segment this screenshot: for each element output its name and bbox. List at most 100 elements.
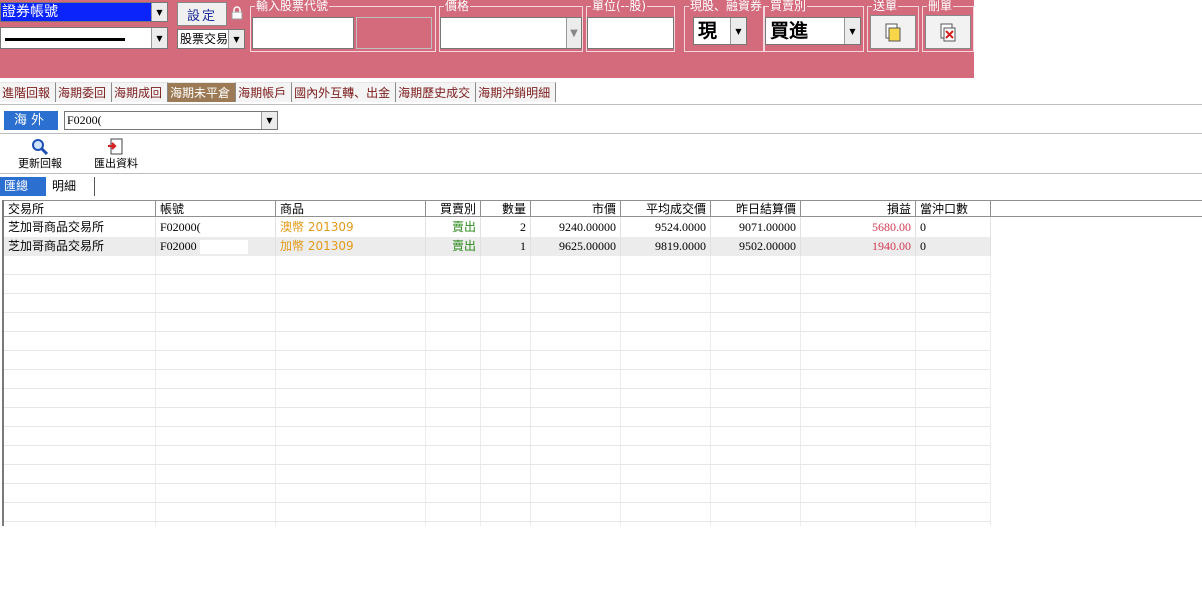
send-document-icon [885, 23, 901, 42]
divider [0, 104, 1202, 105]
blank-area [974, 0, 1202, 78]
grid-line [4, 521, 990, 522]
overseas-account-select[interactable]: F0200( ▼ [64, 111, 278, 130]
unit-group: 單位(--股) [586, 0, 675, 52]
grid-line [4, 464, 990, 465]
grid-line [4, 331, 990, 332]
grid-line [4, 293, 990, 294]
col-pnl[interactable]: 損益 [801, 201, 916, 217]
cell-market-price: 9625.00000 [531, 237, 621, 256]
cell-avg-price: 9819.0000 [621, 237, 711, 256]
col-settle-price[interactable]: 昨日結算價 [711, 201, 801, 217]
buy-sell-group: 買賣別 買進 ▼ [764, 0, 864, 52]
redacted-account [5, 38, 125, 41]
unit-input[interactable] [587, 17, 674, 49]
chevron-down-icon[interactable]: ▼ [228, 30, 244, 48]
tab-futures-open-position[interactable]: 海期未平倉 [168, 82, 237, 102]
table-row[interactable]: 芝加哥商品交易所 F02000( 澳幣 201309 賣出 2 9240.000… [4, 218, 991, 237]
col-market-price[interactable]: 市價 [531, 201, 621, 217]
overseas-account-value: F0200( [67, 113, 102, 127]
tab-detail[interactable]: 明細 [48, 177, 95, 196]
stock-code-label: 輸入股票代號 [255, 0, 330, 13]
send-order-button[interactable] [870, 15, 916, 49]
cell-exchange: 芝加哥商品交易所 [4, 218, 156, 237]
grid-line [4, 369, 990, 370]
col-quantity[interactable]: 數量 [481, 201, 531, 217]
trade-type-select[interactable]: 股票交易 ▼ [177, 29, 245, 49]
tab-bar: 進階回報 海期委回 海期成回 海期未平倉 海期帳戶 國內外互轉、出金 海期歷史成… [0, 82, 557, 104]
chevron-down-icon[interactable]: ▼ [151, 28, 167, 48]
tab-futures-offset-detail[interactable]: 海期沖銷明細 [476, 82, 557, 102]
grid-line [4, 426, 990, 427]
chevron-down-icon[interactable]: ▼ [844, 18, 860, 44]
cell-settle-price: 9071.00000 [711, 218, 801, 237]
tab-transfer-withdraw[interactable]: 國內外互轉、出金 [292, 82, 397, 102]
refresh-report-button[interactable]: 更新回報 [10, 138, 70, 171]
account-select[interactable]: 證券帳號 ▼ [0, 2, 168, 22]
cash-margin-select[interactable]: 現 ▼ [693, 17, 747, 45]
delete-group: 刪單 [922, 0, 974, 52]
price-label: 價格 [444, 0, 471, 13]
account-number-select[interactable]: ▼ [0, 27, 168, 49]
col-buy-sell[interactable]: 買賣別 [426, 201, 481, 217]
col-product[interactable]: 商品 [276, 201, 426, 217]
cell-pnl: 5680.00 [801, 218, 916, 237]
col-avg-price[interactable]: 平均成交價 [621, 201, 711, 217]
cash-margin-label: 現股、融資券 [689, 0, 764, 13]
price-group: 價格 ▼ [439, 0, 583, 52]
grid-line [990, 217, 991, 526]
grid-line [4, 502, 990, 503]
stock-code-input[interactable] [252, 17, 354, 49]
cell-buy-sell: 賣出 [426, 218, 481, 237]
cell-exchange: 芝加哥商品交易所 [4, 237, 156, 256]
cell-avg-price: 9524.0000 [621, 218, 711, 237]
col-exchange[interactable]: 交易所 [4, 201, 156, 217]
table-row[interactable]: 芝加哥商品交易所 F02000 加幣 201309 賣出 1 9625.0000… [4, 237, 991, 256]
grid-line [4, 274, 990, 275]
stock-name-display [356, 17, 432, 49]
grid-line [480, 217, 481, 526]
setting-button[interactable]: 設定 [177, 2, 227, 26]
cell-quantity: 1 [481, 237, 531, 256]
chevron-down-icon[interactable]: ▼ [261, 112, 277, 129]
unit-label: 單位(--股) [591, 0, 648, 13]
tab-futures-account[interactable]: 海期帳戶 [236, 82, 293, 102]
magnifier-icon [32, 139, 49, 156]
chevron-down-icon[interactable]: ▼ [151, 3, 167, 21]
delete-order-button[interactable] [925, 15, 971, 49]
order-panel: 證券帳號 ▼ ▼ 設定 股票交易 ▼ 輸入股票代號 價格 ▼ 單位(--股) 現… [0, 0, 974, 78]
export-data-button[interactable]: 匯出資料 [86, 138, 146, 171]
tab-futures-order-report[interactable]: 海期委回 [56, 82, 113, 102]
price-input[interactable]: ▼ [440, 17, 582, 49]
cell-quantity: 2 [481, 218, 531, 237]
cell-account-value: F02000 [160, 239, 197, 253]
tab-summary[interactable]: 匯總 [0, 177, 46, 196]
chevron-down-icon[interactable]: ▼ [730, 18, 746, 44]
col-daytrade-lots[interactable]: 當沖口數 [916, 201, 991, 217]
cell-product: 澳幣 201309 [276, 218, 426, 237]
grid-line [4, 483, 990, 484]
cell-account: F02000 [156, 237, 276, 256]
lock-icon[interactable] [230, 6, 244, 20]
grid-line [4, 388, 990, 389]
price-dropdown-icon[interactable]: ▼ [566, 18, 581, 48]
tab-advanced-report[interactable]: 進階回報 [0, 82, 57, 102]
divider [0, 173, 1202, 174]
tab-futures-fill-report[interactable]: 海期成回 [112, 82, 169, 102]
cell-market-price: 9240.00000 [531, 218, 621, 237]
buy-sell-select[interactable]: 買進 ▼ [765, 17, 861, 45]
refresh-report-label: 更新回報 [18, 157, 62, 170]
col-account[interactable]: 帳號 [156, 201, 276, 217]
grid-line [155, 217, 156, 526]
cash-margin-group: 現股、融資券 現 ▼ [684, 0, 764, 52]
buy-sell-value: 買進 [770, 20, 809, 42]
grid-line [275, 217, 276, 526]
cell-account: F02000( [156, 218, 276, 237]
export-icon [108, 138, 123, 155]
cell-pnl: 1940.00 [801, 237, 916, 256]
grid-line [530, 217, 531, 526]
tab-futures-history-fills[interactable]: 海期歷史成交 [396, 82, 477, 102]
overseas-label: 海外 [4, 111, 58, 130]
grid-line [915, 217, 916, 526]
positions-grid: 交易所 帳號 商品 買賣別 數量 市價 平均成交價 昨日結算價 損益 當沖口數 … [2, 200, 1202, 526]
